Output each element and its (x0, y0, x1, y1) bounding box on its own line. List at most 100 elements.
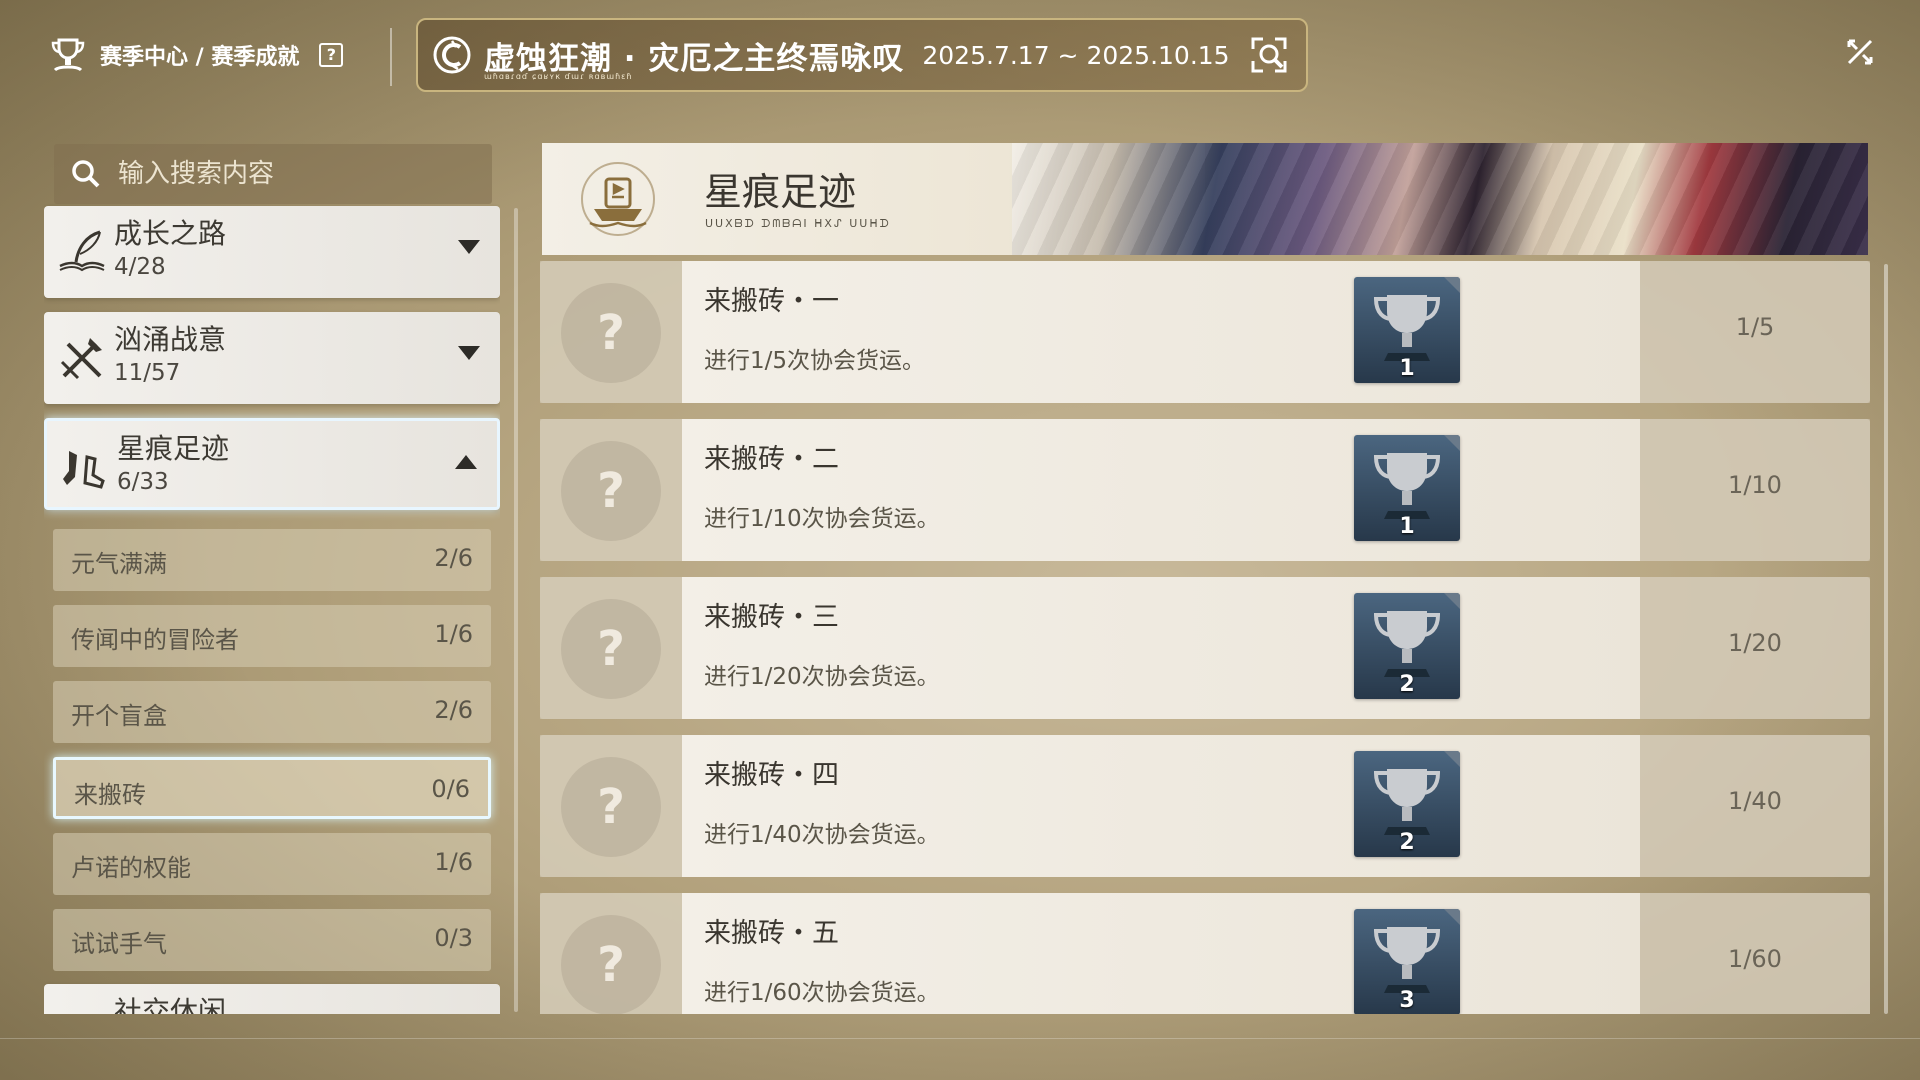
category-count: 11/57 (114, 360, 181, 386)
achievement-scrollbar[interactable] (1884, 264, 1888, 1014)
category-social[interactable]: 社交休闲 (44, 984, 500, 1014)
trophy-corner-marker (1444, 751, 1460, 767)
locked-question-icon: ? (561, 915, 661, 1014)
subcategory-item[interactable]: 元气满满 2/6 (53, 529, 491, 591)
achievement-icon-slot: ? (540, 419, 682, 561)
achievement-title: 来搬砖・三 (704, 602, 839, 633)
banner-title: 星痕足迹 (704, 170, 857, 214)
subcategory-item[interactable]: 卢诺的权能 1/6 (53, 833, 491, 895)
trophy-crest-icon (46, 33, 90, 77)
trophy-level: 1 (1399, 356, 1415, 381)
achievement-icon-slot: ? (540, 893, 682, 1014)
trophy-level: 2 (1399, 830, 1415, 855)
collapse-close-icon[interactable] (1842, 34, 1878, 70)
locked-question-icon: ? (561, 599, 661, 699)
achievement-progress-cell: 1/40 (1640, 735, 1870, 877)
ship-emblem-icon (576, 157, 660, 241)
trophy-level: 2 (1399, 672, 1415, 697)
achievement-row[interactable]: ? 来搬砖・五 进行1/60次协会货运。 3 1/60 (540, 893, 1870, 1014)
breadcrumb[interactable]: 赛季中心 / 赛季成就 ? (46, 30, 344, 80)
subcategory-name: 试试手气 (71, 930, 167, 958)
season-detail-search-icon[interactable] (1244, 30, 1294, 80)
achievement-icon-slot: ? (540, 735, 682, 877)
subcategory-count: 1/6 (434, 620, 473, 648)
subcategory-name: 来搬砖 (74, 781, 146, 809)
category-battle[interactable]: 汹涌战意 11/57 (44, 312, 500, 404)
achievement-progress-cell: 1/20 (1640, 577, 1870, 719)
help-icon[interactable]: ? (319, 43, 344, 67)
footer-divider (0, 1038, 1920, 1039)
trophy-corner-marker (1444, 435, 1460, 451)
achievement-row[interactable]: ? 来搬砖・一 进行1/5次协会货运。 1 1/5 (540, 261, 1870, 403)
subcategory-count: 0/6 (431, 775, 470, 803)
chevron-down-icon (458, 240, 480, 254)
subcategory-name: 传闻中的冒险者 (71, 626, 239, 654)
category-count: 6/33 (117, 469, 169, 495)
search-input[interactable] (116, 158, 480, 190)
achievement-row[interactable]: ? 来搬砖・二 进行1/10次协会货运。 1 1/10 (540, 419, 1870, 561)
chevron-down-icon (458, 346, 480, 360)
trophy-reward[interactable]: 3 (1354, 909, 1460, 1014)
achievement-description: 进行1/10次协会货运。 (704, 506, 940, 532)
subcategory-item[interactable]: 开个盲盒 2/6 (53, 681, 491, 743)
season-logo-icon (428, 31, 476, 79)
trophy-corner-marker (1444, 909, 1460, 925)
trophy-reward[interactable]: 1 (1354, 435, 1460, 541)
subcategory-count: 2/6 (434, 696, 473, 724)
season-title: 虚蚀狂潮 · 灾厄之主终焉咏叹 (484, 40, 905, 77)
search-icon (66, 154, 106, 194)
category-sidebar: 成长之路 4/28 汹涌战意 11/57 星痕足迹 6/33 元气满满 2/6 … (44, 144, 500, 1014)
crossed-weapons-icon (54, 330, 110, 386)
trophy-corner-marker (1444, 277, 1460, 293)
achievement-progress-cell: 1/10 (1640, 419, 1870, 561)
trophy-reward[interactable]: 2 (1354, 751, 1460, 857)
locked-question-icon: ? (561, 283, 661, 383)
achievement-progress: 1/40 (1728, 787, 1782, 815)
subcategory-name: 开个盲盒 (71, 702, 167, 730)
achievement-progress: 1/5 (1735, 313, 1775, 341)
locked-question-icon: ? (561, 441, 661, 541)
achievement-panel: 星痕足迹 ᑌᑌXᗷᗪ ᗪᗰᗷᗩI ᕼXᔑ ᑌᑌᕼᗪ ? 来搬砖・一 进行1/5次… (540, 143, 1880, 1014)
achievement-title: 来搬砖・二 (704, 444, 839, 475)
trophy-corner-marker (1444, 593, 1460, 609)
category-growth[interactable]: 成长之路 4/28 (44, 206, 500, 298)
achievement-progress: 1/10 (1728, 471, 1782, 499)
achievement-progress: 1/60 (1728, 945, 1782, 973)
header: 赛季中心 / 赛季成就 ? 虚蚀狂潮 · 灾厄之主终焉咏叹 ɯɦɑʙɾɑɗ ɕɑ… (0, 0, 1920, 110)
season-subtitle: ɯɦɑʙɾɑɗ ɕɑʁʏк ɗɯɾ ʀɑʙɯɦɛɦ (484, 72, 633, 81)
achievement-progress: 1/20 (1728, 629, 1782, 657)
season-banner: 虚蚀狂潮 · 灾厄之主终焉咏叹 ɯɦɑʙɾɑɗ ɕɑʁʏк ɗɯɾ ʀɑʙɯɦɛ… (416, 18, 1308, 92)
achievement-icon-slot: ? (540, 261, 682, 403)
search-box[interactable] (54, 144, 492, 204)
sidebar-scrollbar[interactable] (514, 208, 518, 1012)
banner-art-texture (1012, 143, 1868, 255)
trophy-level: 1 (1399, 514, 1415, 539)
category-name: 汹涌战意 (114, 323, 227, 356)
category-name: 成长之路 (114, 217, 227, 250)
category-star-trail[interactable]: 星痕足迹 6/33 (44, 418, 500, 510)
achievement-description: 进行1/60次协会货运。 (704, 980, 940, 1006)
achievement-progress-cell: 1/5 (1640, 261, 1870, 403)
chevron-up-icon (455, 455, 477, 469)
achievement-icon-slot: ? (540, 577, 682, 719)
achievement-description: 进行1/40次协会货运。 (704, 822, 940, 848)
trophy-level: 3 (1399, 988, 1415, 1013)
boots-footprint-icon (57, 439, 113, 495)
achievement-row[interactable]: ? 来搬砖・三 进行1/20次协会货运。 2 1/20 (540, 577, 1870, 719)
subcategory-item[interactable]: 试试手气 0/3 (53, 909, 491, 971)
subcategory-count: 2/6 (434, 544, 473, 572)
category-banner: 星痕足迹 ᑌᑌXᗷᗪ ᗪᗰᗷᗩI ᕼXᔑ ᑌᑌᕼᗪ (542, 143, 1868, 255)
category-count: 4/28 (114, 254, 166, 280)
locked-question-icon: ? (561, 757, 661, 857)
header-divider (390, 28, 392, 86)
trophy-reward[interactable]: 1 (1354, 277, 1460, 383)
trophy-reward[interactable]: 2 (1354, 593, 1460, 699)
subcategory-count: 0/3 (434, 924, 473, 952)
achievement-title: 来搬砖・五 (704, 918, 839, 949)
subcategory-item[interactable]: 传闻中的冒险者 1/6 (53, 605, 491, 667)
achievement-title: 来搬砖・四 (704, 760, 839, 791)
category-name: 社交休闲 (114, 995, 227, 1014)
achievement-row[interactable]: ? 来搬砖・四 进行1/40次协会货运。 2 1/40 (540, 735, 1870, 877)
subcategory-name: 卢诺的权能 (71, 854, 191, 882)
subcategory-item-selected[interactable]: 来搬砖 0/6 (53, 757, 491, 819)
